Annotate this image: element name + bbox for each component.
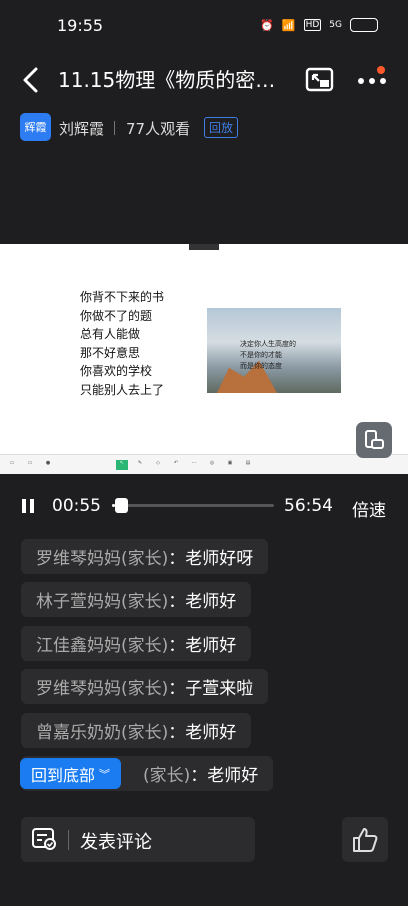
tool-icon: ▣ xyxy=(227,459,233,466)
thumbs-up-icon xyxy=(353,827,378,852)
status-icons: ⏰ 📶 HD 5G 63 xyxy=(260,18,378,32)
rotate-icon xyxy=(365,430,384,449)
poem-line: 总有人能做 xyxy=(80,327,141,342)
chat-text: 老师好 xyxy=(185,592,237,612)
page-title: 11.15物理《物质的密度》 xyxy=(58,68,288,92)
chat-text: 老师好 xyxy=(185,723,237,743)
quote-line: 决定你人生高度的 xyxy=(240,340,296,348)
tool-icon: ▤ xyxy=(245,459,251,466)
comment-input-bar[interactable]: 发表评论 xyxy=(21,817,255,862)
progress-knob[interactable] xyxy=(114,498,128,513)
back-to-bottom-label: 回到底部 xyxy=(30,765,95,785)
tool-icon: ↶ xyxy=(173,459,179,466)
chat-sender: (家长) xyxy=(143,766,191,786)
chat-message: 罗维琴妈妈(家长)：子萱来啦 xyxy=(21,669,269,704)
tool-icon: ▭ xyxy=(9,459,15,466)
chat-text: 老师好呀 xyxy=(185,549,254,569)
poem-line: 你背不下来的书 xyxy=(80,290,165,304)
poem-line: 你做不了的题 xyxy=(80,308,153,323)
tool-icon: ◎ xyxy=(209,459,215,466)
tool-icon: ◇ xyxy=(156,459,160,466)
hd-badge: HD xyxy=(303,19,322,31)
tool-icon: ⋯ xyxy=(191,459,197,466)
chat-sender: 林子萱妈妈(家长) xyxy=(36,592,169,612)
chat-message: 江佳鑫妈妈(家长)：老师好 xyxy=(21,626,252,661)
chat-text: 老师好 xyxy=(185,636,237,656)
back-icon[interactable] xyxy=(20,66,44,94)
tool-icon: ▭ xyxy=(27,459,33,466)
tool-icon: ✎ xyxy=(137,459,143,466)
like-button[interactable] xyxy=(342,817,388,862)
rotate-screen-button[interactable] xyxy=(356,422,392,458)
poem-line: 那不好意思 xyxy=(80,345,141,360)
current-time: 00:55 xyxy=(52,496,101,516)
slide-quote: 决定你人生高度的 不是你的才能 而是你的态度 xyxy=(240,339,296,372)
replay-badge: 回放 xyxy=(204,117,239,138)
alarm-icon: ⏰ xyxy=(260,18,274,32)
comment-placeholder: 发表评论 xyxy=(80,832,152,853)
chat-message: 罗维琴妈妈(家长)：老师好呀 xyxy=(21,539,269,574)
chat-text: 老师好 xyxy=(207,766,259,786)
video-player[interactable]: 你背不下来的书 你做不了的题 总有人能做 那不好意思 你喜欢的学校 只能别人去上… xyxy=(0,244,408,474)
slide-landscape-image: 决定你人生高度的 不是你的才能 而是你的态度 xyxy=(207,308,341,393)
quote-line: 而是你的态度 xyxy=(240,362,282,370)
viewer-count: 77人观看 xyxy=(126,120,191,138)
author-name[interactable]: 刘辉霞 xyxy=(59,118,104,139)
chat-text: 子萱来啦 xyxy=(185,679,254,699)
chat-sender: 罗维琴妈妈(家长) xyxy=(36,549,169,569)
whiteboard-toolbar: ▭ ▭ ● ↖ ✎ ◇ ↶ ⋯ ◎ ▣ ▤ xyxy=(0,454,408,474)
speed-button[interactable]: 倍速 xyxy=(352,496,386,521)
avatar[interactable]: 辉霞 xyxy=(20,113,51,141)
divider xyxy=(114,121,115,135)
wifi-icon: 📶 xyxy=(281,18,296,32)
tool-icon: ↖ xyxy=(116,459,128,470)
poem-line: 你喜欢的学校 xyxy=(80,364,153,379)
chat-sender: 罗维琴妈妈(家长) xyxy=(36,679,169,699)
progress-slider[interactable] xyxy=(112,498,274,513)
status-time: 19:55 xyxy=(57,16,104,35)
chat-message: 曾嘉乐奶奶(家长)：老师好 xyxy=(21,713,252,748)
back-to-bottom-button[interactable]: 回到底部 ︾ xyxy=(20,758,121,789)
battery-icon: 63 xyxy=(350,18,378,32)
poem-line: 只能别人去上了 xyxy=(80,382,165,397)
chevron-down-icon: ︾ xyxy=(99,767,110,781)
picture-in-picture-icon[interactable] xyxy=(305,66,335,94)
total-time: 56:54 xyxy=(284,496,333,516)
chat-message: 林子萱妈妈(家长)：老师好 xyxy=(21,582,252,617)
chat-sender: 曾嘉乐奶奶(家长) xyxy=(36,723,169,743)
comment-icon xyxy=(32,828,56,850)
more-icon[interactable] xyxy=(356,66,388,94)
notification-dot xyxy=(377,66,385,74)
chat-sender: 江佳鑫妈妈(家长) xyxy=(36,636,169,656)
screen-share-tab xyxy=(189,244,219,250)
tool-icon: ● xyxy=(45,459,51,466)
quote-line: 不是你的才能 xyxy=(240,351,282,359)
signal-label: 5G xyxy=(329,20,342,30)
comment-divider xyxy=(68,830,69,850)
slide-poem: 你背不下来的书 你做不了的题 总有人能做 那不好意思 你喜欢的学校 只能别人去上… xyxy=(80,288,164,400)
pause-icon[interactable] xyxy=(20,498,36,514)
